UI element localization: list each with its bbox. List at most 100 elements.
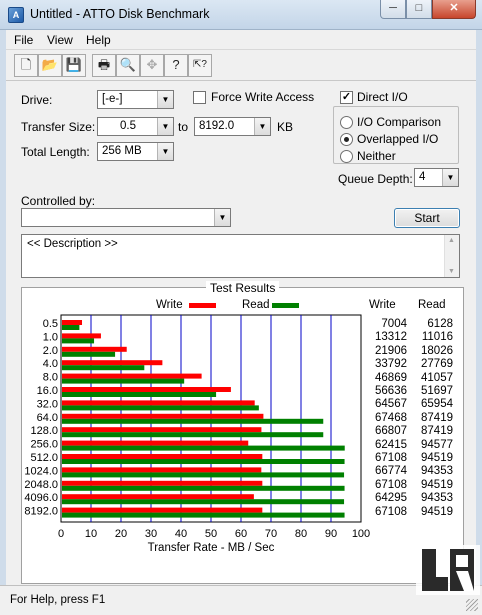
overlapped-io-radio[interactable]	[340, 133, 353, 146]
toolbar: 🗋 📂 💾 🖶 🔍 ✥ ? ⇱?	[6, 51, 476, 81]
close-button[interactable]: ✕	[432, 0, 476, 19]
context-help-button[interactable]: ⇱?	[188, 54, 212, 77]
write-value: 13312	[375, 331, 407, 344]
neither-radio[interactable]	[340, 150, 353, 163]
category-label: 32.0	[37, 398, 58, 410]
write-value: 21906	[375, 344, 407, 357]
read-value: 11016	[421, 331, 453, 344]
write-value: 64567	[375, 398, 407, 411]
read-value: 18026	[421, 344, 453, 357]
read-value: 94353	[421, 465, 453, 478]
x-tick-label: 0	[58, 528, 64, 540]
read-value: 27769	[421, 358, 453, 371]
controlled-by-select[interactable]: ▼	[21, 208, 231, 227]
read-value: 94519	[421, 505, 453, 518]
write-value: 56636	[375, 385, 407, 397]
transfer-to-select[interactable]: 8192.0 ▼	[194, 117, 271, 136]
move-icon: ✥	[146, 57, 158, 72]
x-tick-label: 60	[235, 528, 247, 540]
write-value: 64295	[375, 492, 407, 505]
transfer-from-select[interactable]: 0.5 ▼	[97, 117, 174, 136]
write-bar	[62, 454, 263, 459]
print-button[interactable]: 🖶	[92, 54, 116, 77]
move-button[interactable]: ✥	[140, 54, 164, 77]
description-scrollbar[interactable]: ▲ ▼	[444, 235, 459, 277]
category-label: 1.0	[43, 331, 58, 343]
start-button[interactable]: Start	[394, 208, 460, 228]
total-length-select[interactable]: 256 MB ▼	[97, 142, 174, 161]
read-value: 6128	[427, 318, 453, 330]
transfer-size-label: Transfer Size:	[21, 120, 96, 134]
read-bar	[62, 485, 345, 491]
open-button[interactable]: 📂	[38, 54, 62, 77]
kb-label: KB	[277, 120, 294, 134]
category-label: 128.0	[30, 425, 58, 437]
to-label: to	[178, 120, 189, 134]
write-value: 67108	[375, 505, 407, 518]
x-tick-label: 40	[175, 528, 187, 540]
x-tick-label: 10	[85, 528, 97, 540]
read-value: 41057	[421, 371, 453, 384]
write-bar	[62, 360, 163, 366]
read-value: 94353	[421, 492, 453, 505]
help-button[interactable]: ?	[164, 54, 188, 77]
menu-view[interactable]: View	[47, 33, 73, 47]
legit-reviews-logo	[416, 545, 480, 595]
scroll-down-icon: ▼	[448, 268, 455, 275]
write-bar	[62, 494, 254, 500]
window-controls: ─ □ ✕	[380, 0, 476, 20]
print-preview-icon: 🔍	[119, 57, 137, 72]
read-value: 51697	[421, 385, 453, 397]
drive-select[interactable]: [-e-] ▼	[97, 90, 174, 109]
category-label: 2.0	[43, 345, 58, 357]
x-tick-label: 100	[352, 528, 370, 540]
maximize-button[interactable]: □	[406, 0, 432, 19]
queue-depth-select[interactable]: 4 ▼	[414, 168, 459, 187]
io-comparison-radio[interactable]	[340, 116, 353, 129]
new-button[interactable]: 🗋	[14, 54, 38, 77]
read-bar	[62, 365, 145, 371]
help-icon: ?	[172, 57, 180, 72]
write-bar	[62, 440, 249, 446]
chevron-down-icon: ▼	[157, 143, 173, 160]
write-value: 33792	[375, 358, 407, 371]
chevron-down-icon: ▼	[157, 91, 173, 108]
menu-help[interactable]: Help	[86, 33, 111, 47]
direct-io-checkbox[interactable]: ✓	[340, 91, 353, 104]
write-value: 62415	[375, 438, 407, 451]
read-bar	[62, 472, 345, 478]
status-text: For Help, press F1	[10, 594, 106, 606]
category-label: 256.0	[30, 439, 58, 451]
drive-value: [-e-]	[102, 93, 123, 105]
scroll-up-icon: ▲	[448, 237, 455, 244]
x-tick-label: 70	[265, 528, 277, 540]
read-value: 65954	[421, 398, 453, 411]
transfer-to-value: 8192.0	[199, 120, 235, 132]
description-field[interactable]: << Description >> ▲ ▼	[21, 234, 460, 278]
write-value: 67108	[375, 452, 407, 464]
category-label: 512.0	[30, 452, 58, 464]
minimize-button[interactable]: ─	[380, 0, 406, 19]
save-button[interactable]: 💾	[62, 54, 86, 77]
read-bar	[62, 418, 324, 424]
print-preview-button[interactable]: 🔍	[116, 54, 140, 77]
write-value: 66774	[375, 465, 407, 478]
controlled-by-label: Controlled by:	[21, 194, 96, 208]
force-write-checkbox[interactable]	[193, 91, 206, 104]
open-icon: 📂	[41, 57, 59, 72]
x-tick-label: 50	[205, 528, 217, 540]
read-value: 94519	[421, 452, 453, 464]
read-value: 94577	[421, 438, 453, 451]
x-axis-label: Transfer Rate - MB / Sec	[148, 542, 275, 554]
force-write-label: Force Write Access	[211, 90, 315, 104]
read-bar	[62, 392, 217, 397]
menu-file[interactable]: File	[14, 33, 33, 47]
direct-io-label: Direct I/O	[357, 90, 408, 104]
category-label: 64.0	[37, 412, 58, 424]
save-icon: 💾	[65, 57, 83, 72]
write-bar	[62, 413, 264, 419]
resize-grip[interactable]	[466, 599, 478, 611]
read-bar	[62, 325, 80, 330]
category-label: 8192.0	[24, 506, 58, 518]
x-tick-label: 20	[115, 528, 127, 540]
